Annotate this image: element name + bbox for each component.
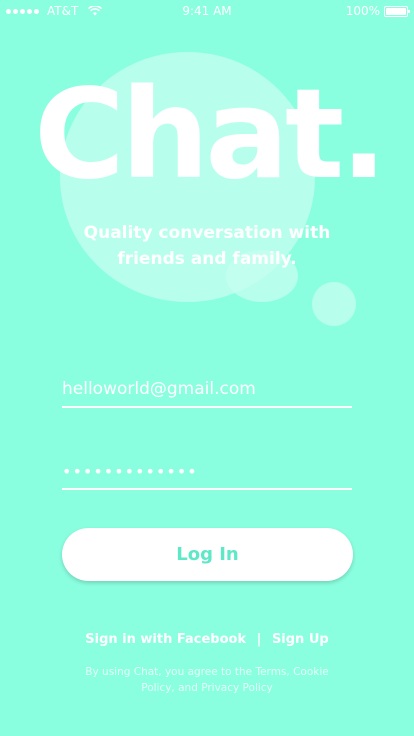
- legal-line-1: By using Chat, you agree to the Terms, C…: [85, 666, 329, 678]
- link-separator: |: [256, 632, 262, 647]
- login-screen: AT&T 9:41 AM 100% Chat. Quality conversa…: [0, 0, 414, 736]
- battery-percentage: 100%: [345, 4, 380, 18]
- email-field-wrapper: [62, 374, 352, 408]
- legal-line-2: Policy, and Privacy Policy: [141, 682, 273, 694]
- signup-link[interactable]: Sign Up: [272, 632, 329, 647]
- auth-links: Sign in with Facebook | Sign Up: [0, 632, 414, 647]
- tagline-line-1: Quality conversation with: [83, 223, 331, 243]
- status-bar: AT&T 9:41 AM 100%: [0, 0, 414, 22]
- status-right: 100%: [345, 4, 410, 18]
- app-logo: Chat.: [34, 63, 387, 207]
- password-field-wrapper: [62, 456, 352, 490]
- facebook-signin-link[interactable]: Sign in with Facebook: [85, 632, 246, 647]
- tagline-line-2: friends and family.: [117, 249, 297, 269]
- chat-bubble-small: [312, 282, 356, 326]
- legal-text: By using Chat, you agree to the Terms, C…: [70, 664, 344, 696]
- login-button[interactable]: Log In: [62, 528, 353, 581]
- email-field[interactable]: [62, 374, 352, 404]
- battery-icon: [384, 5, 410, 17]
- tagline: Quality conversation with friends and fa…: [57, 220, 357, 272]
- password-field[interactable]: [62, 456, 352, 486]
